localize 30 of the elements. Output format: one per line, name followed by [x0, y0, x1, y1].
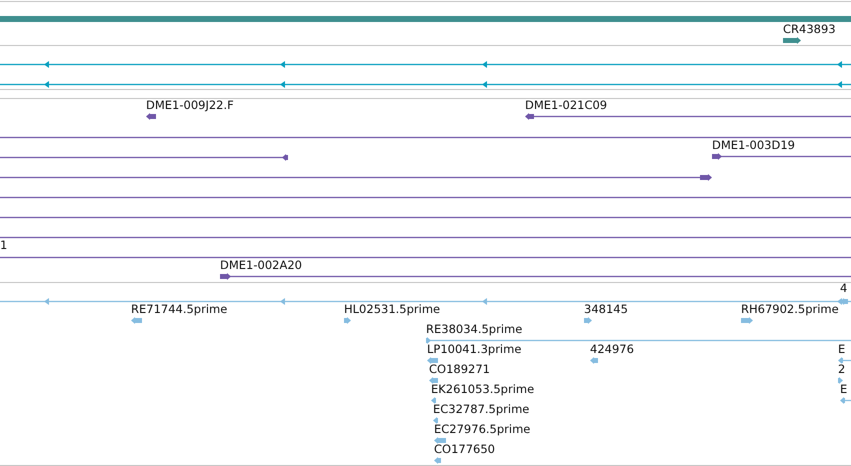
feature-label[interactable]: EC27976.5prime [434, 423, 530, 436]
feature-label[interactable]: EC32787.5prime [433, 403, 530, 416]
feature-label[interactable]: E [838, 343, 846, 356]
feature-label[interactable]: CO177650 [434, 443, 495, 456]
feature-label[interactable]: DME1-003D19 [712, 139, 795, 152]
feature-label[interactable]: LP10041.3prime [427, 343, 522, 356]
feature-label[interactable]: 424976 [590, 343, 634, 356]
right-arrow-icon[interactable] [220, 273, 231, 280]
feature-label[interactable]: 1 [0, 239, 8, 252]
feature-line [840, 360, 851, 362]
feature-label[interactable]: DME1-009J22.F [146, 99, 234, 112]
feature-label[interactable]: HL02531.5prime [344, 303, 440, 316]
left-arrow-icon[interactable] [282, 154, 288, 161]
right-arrow-icon[interactable] [700, 174, 712, 181]
feature-label[interactable]: 4 [840, 282, 848, 295]
feature-label[interactable]: DME1-021C09 [525, 99, 608, 112]
feature-label[interactable]: RE38034.5prime [426, 323, 522, 336]
left-arrow-icon[interactable] [525, 113, 534, 120]
feature-label[interactable]: RH67902.5prime [741, 303, 839, 316]
left-arrow-icon[interactable] [146, 113, 156, 120]
right-arrow-icon[interactable] [783, 37, 801, 44]
feature-label[interactable]: 348145 [584, 303, 628, 316]
feature-label[interactable]: 2 [838, 363, 846, 376]
feature-label[interactable]: EK261053.5prime [431, 383, 534, 396]
feature-label[interactable]: E [840, 383, 848, 396]
feature-label[interactable]: CO189271 [429, 363, 490, 376]
feature-label[interactable]: CR43893 [783, 23, 836, 36]
feature-label[interactable]: DME1-002A20 [220, 259, 302, 272]
right-arrow-icon[interactable] [712, 153, 722, 160]
feature-label[interactable]: RE71744.5prime [131, 303, 228, 316]
